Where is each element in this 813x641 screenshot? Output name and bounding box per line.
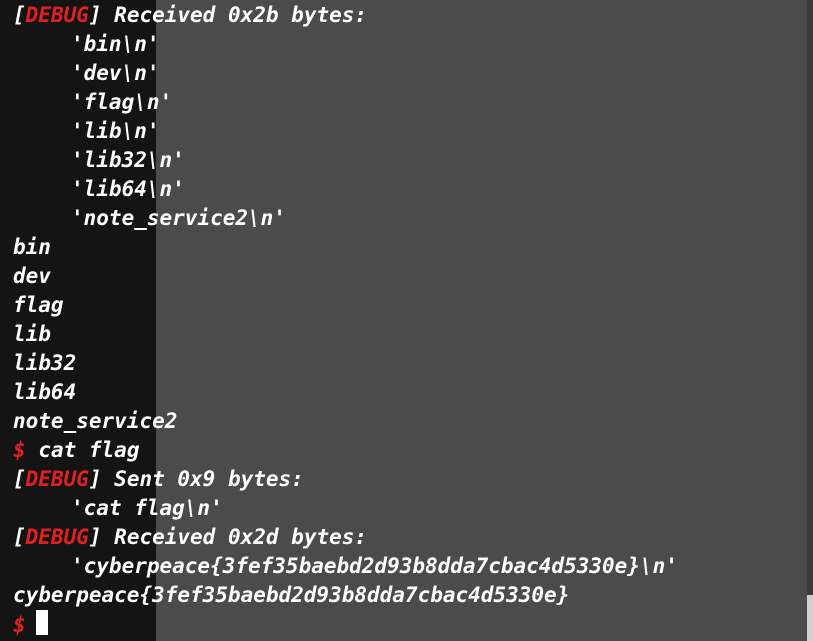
received-item: 'bin\n' — [71, 32, 160, 56]
received-item: 'lib64\n' — [71, 177, 185, 201]
received-item: 'cyberpeace{3fef35baebd2d93b8dda7cbac4d5… — [71, 554, 678, 578]
debug-header: Received 0x2d bytes: — [114, 525, 368, 549]
ls-output-line: flag — [13, 293, 64, 317]
flag-output-line: cyberpeace{3fef35baebd2d93b8dda7cbac4d53… — [13, 583, 570, 607]
ls-output-line: note_service2 — [13, 409, 178, 433]
scrollbar-track[interactable] — [807, 0, 813, 641]
ls-output-line: bin — [13, 235, 51, 259]
ls-output-line: dev — [13, 264, 51, 288]
ls-output-line: lib64 — [13, 380, 77, 404]
ls-output-line: lib32 — [13, 351, 77, 375]
input-prompt-line[interactable]: $ — [13, 610, 48, 639]
received-item: 'lib32\n' — [71, 148, 185, 172]
debug-received-line: [DEBUG] Received 0x2b bytes: — [13, 3, 368, 27]
received-item: 'dev\n' — [71, 61, 160, 85]
prompt-symbol: $ — [13, 613, 26, 637]
command-line: $ cat flag — [13, 436, 139, 465]
ls-output-line: lib — [13, 322, 51, 346]
received-item: 'flag\n' — [71, 90, 173, 114]
debug-received-line: [DEBUG] Received 0x2d bytes: — [13, 525, 368, 549]
debug-header: Sent 0x9 bytes: — [114, 467, 304, 491]
debug-tag: DEBUG — [25, 3, 89, 27]
sent-item: 'cat flag\n' — [71, 496, 223, 520]
text-cursor[interactable] — [35, 610, 48, 635]
debug-sent-line: [DEBUG] Sent 0x9 bytes: — [13, 467, 304, 491]
debug-tag: DEBUG — [25, 525, 89, 549]
prompt-symbol: $ — [13, 438, 26, 462]
received-item: 'note_service2\n' — [71, 206, 286, 230]
debug-header: Received 0x2b bytes: — [114, 3, 368, 27]
debug-tag: DEBUG — [25, 467, 89, 491]
scrollbar-thumb[interactable] — [807, 595, 813, 641]
terminal-window[interactable]: [DEBUG] Received 0x2b bytes: 'bin\n' 'de… — [0, 0, 813, 641]
received-item: 'lib\n' — [71, 119, 160, 143]
terminal-output: [DEBUG] Received 0x2b bytes: 'bin\n' 'de… — [13, 1, 803, 641]
command-text: cat flag — [38, 438, 140, 462]
